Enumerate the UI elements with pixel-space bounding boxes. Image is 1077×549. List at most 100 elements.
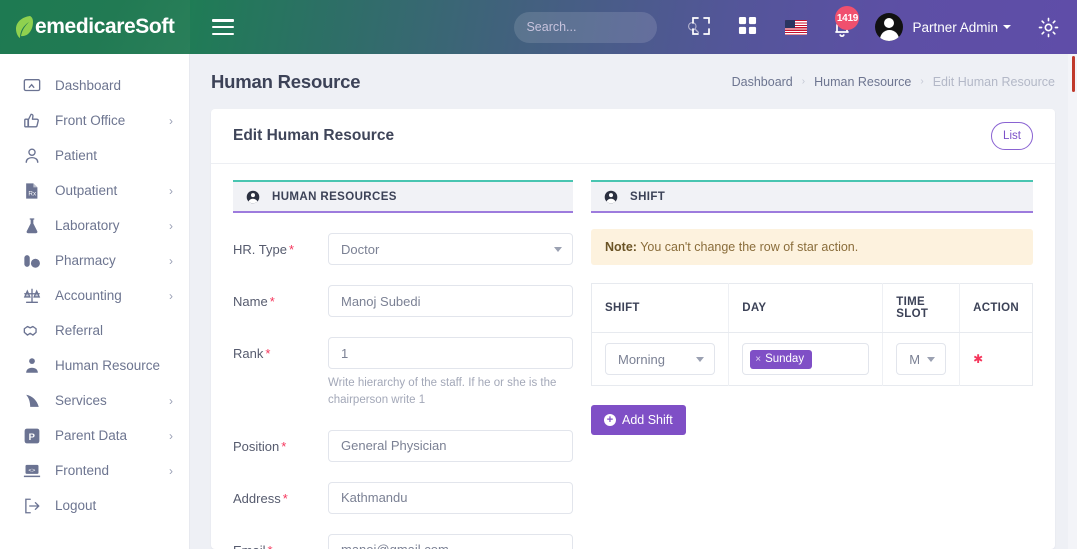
remove-tag-icon[interactable]: ×: [755, 354, 761, 365]
time-slot-select[interactable]: [896, 343, 947, 375]
sidebar-item-accounting[interactable]: Accounting ›: [0, 278, 189, 313]
gear-icon[interactable]: [1037, 16, 1060, 39]
user-tie-icon: [22, 356, 41, 375]
human-resources-tab[interactable]: HUMAN RESOURCES: [233, 180, 573, 213]
vertical-scrollbar[interactable]: [1068, 54, 1077, 549]
field-address: Address *: [233, 481, 573, 514]
page-header: Human Resource Dashboard › Human Resourc…: [190, 54, 1077, 109]
main-content: Human Resource Dashboard › Human Resourc…: [190, 54, 1077, 549]
sidebar-item-services[interactable]: Services ›: [0, 383, 189, 418]
chevron-right-icon: ›: [169, 463, 173, 478]
chevron-down-icon[interactable]: [1003, 25, 1011, 29]
sidebar-item-pharmacy[interactable]: Pharmacy ›: [0, 243, 189, 278]
sidebar-item-label: Referral: [55, 323, 104, 338]
sidebar-item-label: Dashboard: [55, 78, 122, 93]
sidebar-navigation: Dashboard Front Office › Patient Rx Outp…: [0, 54, 190, 549]
chevron-right-icon: ›: [169, 183, 173, 198]
breadcrumb-item-dashboard[interactable]: Dashboard: [732, 75, 793, 89]
sidebar-item-frontend[interactable]: <> Frontend ›: [0, 453, 189, 488]
note-prefix: Note:: [605, 240, 637, 254]
sidebar-item-laboratory[interactable]: Laboratory ›: [0, 208, 189, 243]
position-input[interactable]: [328, 429, 573, 462]
field-label-text: Name: [233, 294, 268, 309]
chevron-down-icon: [927, 357, 936, 362]
chevron-down-icon: [554, 247, 562, 252]
fullscreen-icon[interactable]: [691, 16, 713, 38]
day-tag-input[interactable]: × Sunday: [742, 343, 870, 375]
scrollbar-thumb[interactable]: [1072, 56, 1075, 92]
prescription-icon: Rx: [22, 181, 41, 200]
sidebar-item-outpatient[interactable]: Rx Outpatient ›: [0, 173, 189, 208]
cell-action: ✱: [960, 333, 1033, 386]
hr-type-select[interactable]: [328, 233, 573, 265]
required-marker: *: [282, 490, 288, 506]
add-shift-label: Add Shift: [622, 413, 673, 427]
brand-name: emedicareSoft: [35, 15, 175, 38]
us-flag-icon[interactable]: [785, 19, 808, 35]
user-circle-icon: [604, 190, 618, 204]
chevron-right-icon: ›: [169, 253, 173, 268]
add-shift-button[interactable]: + Add Shift: [591, 405, 686, 435]
sidebar-item-dashboard[interactable]: Dashboard: [0, 68, 189, 103]
required-marker: *: [268, 543, 273, 549]
sidebar-item-label: Outpatient: [55, 183, 118, 198]
user-name[interactable]: Partner Admin: [912, 20, 998, 35]
search-box[interactable]: [514, 11, 700, 43]
sidebar-item-label: Frontend: [55, 463, 110, 478]
field-label: Rank *: [233, 337, 328, 361]
sidebar-item-referral[interactable]: Referral: [0, 313, 189, 348]
page-title: Human Resource: [211, 70, 361, 92]
chevron-down-icon: [696, 357, 705, 362]
notification-badge: 1419: [835, 6, 860, 30]
form-panes: HUMAN RESOURCES HR. Type* Name*: [211, 164, 1055, 549]
field-label: Email*: [233, 534, 328, 549]
brand-logo-area[interactable]: emedicareSoft: [0, 0, 190, 54]
breadcrumb-separator-icon: ›: [920, 76, 924, 87]
chevron-right-icon: ›: [169, 218, 173, 233]
chevron-right-icon: ›: [169, 428, 173, 443]
chevron-right-icon: ›: [169, 288, 173, 303]
day-tag[interactable]: × Sunday: [750, 349, 813, 369]
star-action-icon[interactable]: ✱: [973, 352, 983, 366]
field-position: Position *: [233, 429, 573, 462]
sidebar-item-parent-data[interactable]: P Parent Data ›: [0, 418, 189, 453]
shift-tab[interactable]: SHIFT: [591, 180, 1033, 213]
rank-input[interactable]: [328, 337, 573, 369]
sidebar-item-patient[interactable]: Patient: [0, 138, 189, 173]
column-header-day: DAY: [728, 283, 884, 333]
handshake-icon: [22, 321, 41, 340]
search-input[interactable]: [526, 20, 688, 34]
avatar[interactable]: [875, 13, 904, 41]
address-input[interactable]: [328, 481, 573, 514]
list-button[interactable]: List: [991, 122, 1033, 150]
field-label-text: Position: [233, 438, 280, 454]
rank-hint: Write hierarchy of the staff. If he or s…: [328, 377, 557, 407]
table-header-row: SHIFT DAY TIME SLOT ACTION: [591, 283, 1033, 333]
hamburger-icon[interactable]: [212, 19, 234, 35]
sidebar-item-logout[interactable]: Logout: [0, 488, 189, 523]
grid-apps-icon[interactable]: [738, 16, 760, 38]
required-marker: *: [269, 294, 275, 309]
user-circle-icon: [246, 190, 260, 204]
chevron-right-icon: ›: [169, 113, 173, 128]
breadcrumb-item-human-resource[interactable]: Human Resource: [814, 75, 911, 89]
sidebar-item-human-resource[interactable]: Human Resource: [0, 348, 189, 383]
day-tag-label: Sunday: [765, 353, 805, 365]
shift-tab-label: SHIFT: [630, 190, 666, 203]
field-rank: Rank* Write hierarchy of the staff. If h…: [233, 337, 573, 410]
sign-out-icon: [22, 496, 41, 515]
column-header-action: ACTION: [959, 283, 1033, 333]
sidebar-item-front-office[interactable]: Front Office ›: [0, 103, 189, 138]
field-label-text: HR. Type: [233, 242, 287, 257]
note-text: You can't change the row of star action.: [636, 240, 859, 254]
name-input[interactable]: [328, 285, 573, 317]
leaf-icon: [14, 15, 34, 39]
notification-bell[interactable]: 1419: [831, 6, 860, 39]
svg-text:P: P: [28, 431, 34, 442]
sidebar-item-label: Front Office: [55, 113, 126, 128]
email-input[interactable]: [328, 533, 573, 549]
field-label: HR. Type *: [233, 233, 328, 257]
field-label-text: Address: [233, 490, 281, 506]
field-hr-type: HR. Type *: [233, 233, 573, 265]
field-name: Name *: [233, 285, 573, 317]
